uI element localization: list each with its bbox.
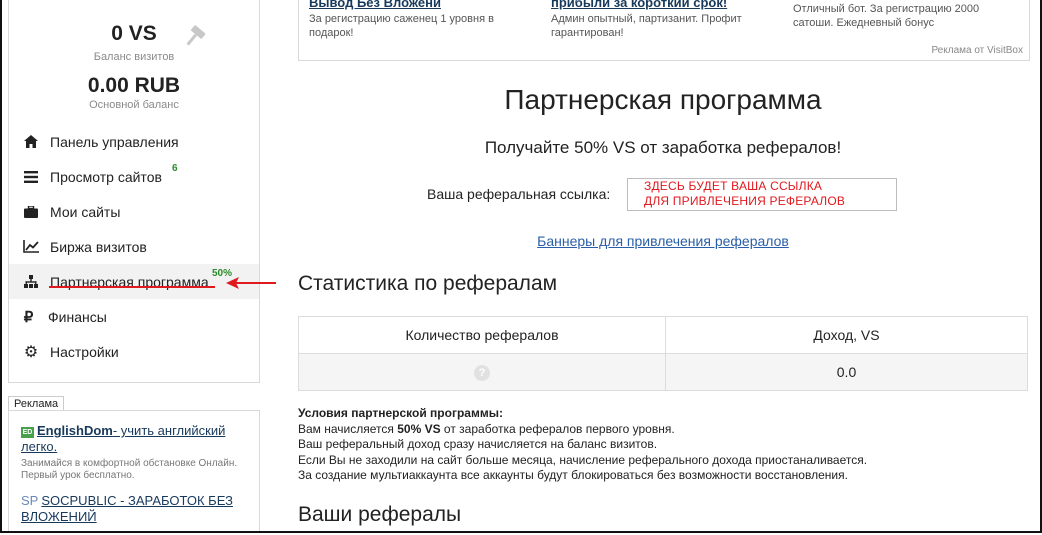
gavel-icon bbox=[186, 25, 206, 46]
top-ad-3-desc: Отличный бот. За регистрацию 2000 сатоши… bbox=[793, 3, 980, 29]
conditions-line-1: Вам начисляется 50% VS от заработка рефе… bbox=[298, 421, 675, 436]
top-ad-2-title[interactable]: прибыли за короткий срок! bbox=[551, 0, 751, 12]
page-subtitle: Получайте 50% VS от заработка рефералов! bbox=[484, 138, 842, 157]
table-header-income: Доход, VS bbox=[665, 316, 1028, 354]
referrals-title: Ваши рефералы bbox=[298, 503, 462, 526]
sidebar-ad-box: ED EnglishDom- учить английский легко. За… bbox=[8, 410, 260, 531]
ad-credit[interactable]: Реклама от VisitBox bbox=[931, 45, 1023, 56]
table-header-row: Количество рефералов Доход, VS bbox=[298, 316, 1028, 354]
sidebar-ad-title[interactable]: SP SOCPUBLIC - ЗАРАБОТОК БЕЗ ВЛОЖЕНИЙ bbox=[21, 493, 253, 525]
conditions-line-2: Ваш реферальный доход сразу начисляется … bbox=[298, 437, 658, 451]
top-ad-2[interactable]: прибыли за короткий срок! Админ опытный,… bbox=[551, 0, 751, 40]
vs-balance-label: Баланс визитов bbox=[93, 51, 175, 63]
sidebar-item-label: Биржа визитов bbox=[50, 238, 147, 255]
socpublic-logo-icon: SP bbox=[21, 493, 39, 508]
table-header-ref-count: Количество рефералов bbox=[298, 316, 666, 354]
view-sites-badge: 6 bbox=[172, 163, 178, 174]
income-cell: 0.0 bbox=[665, 353, 1028, 391]
sidebar-menu: Панель управления Просмотр сайтов 6 Мои … bbox=[9, 124, 259, 369]
sidebar-item-label: Панель управления bbox=[50, 133, 179, 150]
rub-balance-value: 0.00 RUB bbox=[87, 74, 181, 97]
top-ad-1-desc: За регистрацию саженец 1 уровня в подаро… bbox=[309, 13, 494, 39]
sidebar-item-visit-exchange[interactable]: Биржа визитов bbox=[9, 229, 259, 264]
sidebar-item-dashboard[interactable]: Панель управления bbox=[9, 124, 259, 159]
sidebar-item-my-sites[interactable]: Мои сайты bbox=[9, 194, 259, 229]
conditions-line-3: Если Вы не заходили на сайт больше месяц… bbox=[298, 452, 868, 467]
app-frame: Вывод Без Вложени За регистрацию саженец… bbox=[0, 0, 1042, 533]
conditions-title: Условия партнерской программы: bbox=[298, 406, 503, 420]
sidebar-item-label: Финансы bbox=[48, 308, 107, 325]
ref-link-field[interactable]: ЗДЕСЬ БУДЕТ ВАША ССЫЛКА ДЛЯ ПРИВЛЕЧЕНИЯ … bbox=[627, 178, 897, 211]
sidebar-item-partner-program[interactable]: Партнерская программа 50% bbox=[9, 264, 259, 299]
ref-link-label: Ваша реферальная ссылка: bbox=[427, 186, 611, 202]
sidebar-item-label: Просмотр сайтов bbox=[50, 168, 162, 185]
table-row: ? 0.0 bbox=[298, 353, 1028, 391]
ref-count-cell: ? bbox=[298, 353, 666, 391]
conditions-block: Условия партнерской программы: Вам начис… bbox=[298, 406, 1018, 484]
top-ad-1-title[interactable]: Вывод Без Вложени bbox=[309, 0, 529, 12]
list-icon bbox=[23, 169, 39, 185]
sidebar: 0 VS Баланс визитов 0.00 RUB Основной ба… bbox=[8, 0, 260, 383]
sidebar-item-label: Настройки bbox=[50, 343, 119, 360]
red-underline-annotation bbox=[49, 286, 215, 288]
top-ad-1[interactable]: Вывод Без Вложени За регистрацию саженец… bbox=[309, 0, 529, 40]
red-arrow-annotation bbox=[226, 277, 276, 289]
sidebar-item-view-sites[interactable]: Просмотр сайтов 6 bbox=[9, 159, 259, 194]
englishdom-logo-icon: ED bbox=[21, 427, 34, 438]
banners-link-row: Баннеры для привлечения рефералов bbox=[298, 233, 1028, 249]
sidebar-ad-tab: Реклама bbox=[8, 396, 65, 411]
home-icon bbox=[23, 134, 39, 150]
top-ad-2-desc: Админ опытный, партизанит. Профит гарант… bbox=[551, 13, 742, 39]
sidebar-item-settings[interactable]: ⚙ Настройки bbox=[9, 334, 259, 369]
chart-line-icon bbox=[23, 239, 39, 255]
sitemap-icon bbox=[23, 274, 39, 290]
rub-balance-label: Основной баланс bbox=[89, 99, 179, 111]
ruble-icon: ₽ bbox=[23, 308, 34, 326]
sidebar-item-finances[interactable]: ₽ Финансы bbox=[9, 299, 259, 334]
page-title: Партнерская программа bbox=[504, 84, 822, 115]
referral-stats-table: Количество рефералов Доход, VS ? 0.0 bbox=[298, 316, 1028, 391]
vs-balance-value: 0 VS bbox=[111, 22, 157, 45]
briefcase-icon bbox=[23, 204, 39, 220]
question-icon[interactable]: ? bbox=[474, 365, 490, 381]
sidebar-ad-title[interactable]: ED EnglishDom- учить английский легко. bbox=[21, 423, 253, 455]
sidebar-ad-socpublic[interactable]: SP SOCPUBLIC - ЗАРАБОТОК БЕЗ ВЛОЖЕНИЙ bbox=[21, 493, 253, 525]
conditions-line-4: За создание мультиаккаунта все аккаунты … bbox=[298, 468, 848, 482]
gear-icon: ⚙ bbox=[23, 343, 39, 361]
ref-link-placeholder-line2: ДЛЯ ПРИВЛЕЧЕНИЯ РЕФЕРАЛОВ bbox=[644, 194, 846, 208]
banners-link[interactable]: Баннеры для привлечения рефералов bbox=[537, 233, 789, 249]
top-ad-3[interactable]: Отличный бот. За регистрацию 2000 сатоши… bbox=[793, 2, 993, 30]
ref-link-placeholder-line1: ЗДЕСЬ БУДЕТ ВАША ССЫЛКА bbox=[644, 179, 823, 193]
sidebar-ad-desc: Занимайся в комфортной обстановке Онлайн… bbox=[21, 458, 238, 481]
stats-title: Статистика по рефералам bbox=[298, 272, 558, 295]
top-ad-bar: Вывод Без Вложени За регистрацию саженец… bbox=[298, 0, 1030, 61]
sidebar-item-label: Мои сайты bbox=[50, 203, 121, 220]
sidebar-ad-englishdom[interactable]: ED EnglishDom- учить английский легко. За… bbox=[21, 423, 253, 482]
